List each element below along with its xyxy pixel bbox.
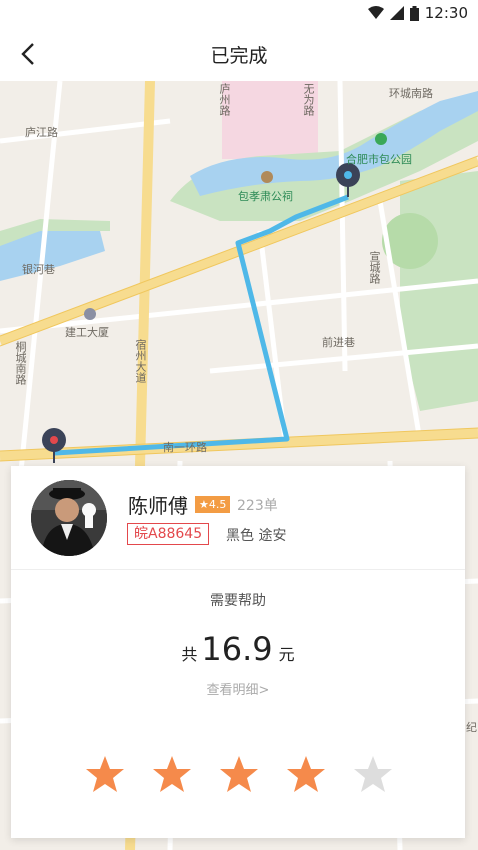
map-label-yinhe-lane: 银河巷 [22,263,55,276]
fare-unit: 元 [278,645,295,664]
map-label-qianjin-lane: 前进巷 [322,336,355,349]
map-label-baogong-temple: 包孝肃公祠 [238,190,293,203]
fare-total: 共 16.9 元 [11,630,465,668]
map-label-wuwei-road: 无为路 [302,83,315,116]
building-poi-icon [84,308,96,320]
rating-stars[interactable] [85,754,393,794]
wifi-icon [367,6,384,19]
map-label-baohe-park: 合肥市包公园 [346,153,412,166]
fare-amount: 16.9 [201,630,273,668]
star-filled-icon[interactable] [152,754,192,794]
green-area-right [400,171,478,411]
park-poi-icon [375,133,387,145]
star-empty-icon[interactable] [353,754,393,794]
star-filled-icon[interactable] [85,754,125,794]
help-link[interactable]: 需要帮助 [11,590,465,610]
divider [11,569,465,570]
fare-prefix: 共 [181,645,198,664]
temple-poi-icon [261,171,273,183]
page-title: 已完成 [210,45,268,67]
license-plate: 皖A88645 [127,523,210,545]
driver-name: 陈师傅 [128,494,188,518]
status-icons: 12:30 [367,4,468,22]
status-time: 12:30 [424,4,468,22]
order-summary-card: 陈师傅 ★4.5 223单 皖A88645 黑色 途安 需要帮助 共 16.9 元 … [11,466,465,838]
map-label-lujiang-road: 庐江路 [25,126,58,139]
map-label-luzhou: 庐州路 [218,83,231,116]
car-description: 黑色 途安 [226,528,287,544]
driver-rating-badge: ★4.5 [195,496,231,513]
map-label-suzhou-road: 宿州大道 [134,339,147,383]
map-label-south-first-ring: 南一环路 [163,441,207,454]
signal-icon [389,6,404,20]
map-label-xuancheng-road: 宣城路 [368,251,381,284]
nav-bar: 已完成 [0,26,478,81]
status-bar: 12:30 [0,0,478,26]
driver-avatar [31,480,107,556]
map-label-right: 纪 [466,721,477,734]
map-label-tongcheng-south: 桐城南路 [14,341,27,385]
driver-order-count: 223单 [237,498,278,514]
star-filled-icon[interactable] [286,754,326,794]
map-label-jiangong-building: 建工大厦 [65,326,109,339]
driver-photo [31,480,107,556]
battery-icon [409,5,419,21]
map-label-huancheng-south: 环城南路 [389,87,433,100]
star-filled-icon[interactable] [219,754,259,794]
view-details-link[interactable]: 查看明细> [11,679,465,698]
